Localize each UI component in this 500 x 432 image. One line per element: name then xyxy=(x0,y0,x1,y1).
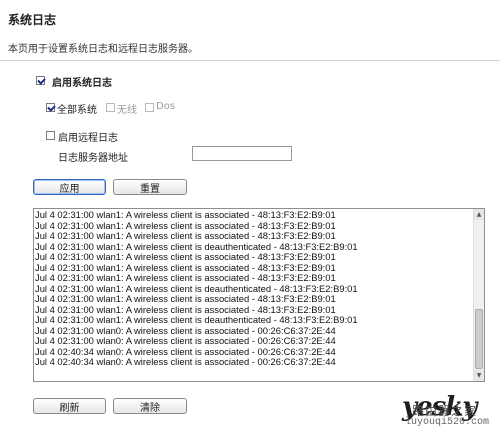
log-line: Jul 4 02:31:00 wlan1: A wireless client … xyxy=(35,251,336,262)
watermark-url: luyouqi520.com xyxy=(405,417,490,428)
log-line: Jul 4 02:31:00 wlan1: A wireless client … xyxy=(35,314,358,325)
log-line: Jul 4 02:31:00 wlan1: A wireless client … xyxy=(35,272,336,283)
server-address-label: 日志服务器地址 xyxy=(58,153,128,164)
refresh-button[interactable]: 刷新 xyxy=(33,398,106,414)
enable-remote-log-checkbox[interactable] xyxy=(46,131,55,140)
filter-dos-label: Dos xyxy=(156,101,176,112)
scroll-thumb[interactable] xyxy=(475,309,483,369)
log-lines: Jul 4 02:31:00 wlan1: A wireless client … xyxy=(35,209,472,380)
filter-wireless-checkbox[interactable] xyxy=(106,103,115,112)
scroll-up-arrow-icon[interactable]: ▲ xyxy=(474,209,484,220)
header-divider xyxy=(0,60,500,61)
filter-all-checkbox[interactable] xyxy=(46,103,55,112)
filter-all-label: 全部系统 xyxy=(57,105,97,116)
log-line: Jul 4 02:31:00 wlan1: A wireless client … xyxy=(35,293,336,304)
log-line: Jul 4 02:31:00 wlan0: A wireless client … xyxy=(35,335,336,346)
page-title: 系统日志 xyxy=(8,13,57,27)
filter-dos-checkbox[interactable] xyxy=(145,103,154,112)
log-line: Jul 4 02:31:00 wlan1: A wireless client … xyxy=(35,209,336,220)
apply-button[interactable]: 应用 xyxy=(33,179,106,195)
scroll-down-arrow-icon[interactable]: ▼ xyxy=(474,370,484,381)
reset-button[interactable]: 重置 xyxy=(113,179,187,195)
log-line: Jul 4 02:31:00 wlan1: A wireless client … xyxy=(35,230,336,241)
filter-wireless-label: 无线 xyxy=(117,105,137,116)
page-description: 本页用于设置系统日志和远程日志服务器。 xyxy=(8,44,198,55)
log-textarea[interactable]: Jul 4 02:31:00 wlan1: A wireless client … xyxy=(33,208,485,382)
enable-syslog-checkbox[interactable] xyxy=(36,76,45,85)
log-line: Jul 4 02:40:34 wlan0: A wireless client … xyxy=(35,356,336,367)
log-scrollbar[interactable]: ▲ ▼ xyxy=(473,209,484,381)
server-address-input[interactable] xyxy=(192,146,292,161)
enable-syslog-label: 启用系统日志 xyxy=(52,78,112,89)
clear-button[interactable]: 清除 xyxy=(113,398,187,414)
enable-remote-log-label: 启用远程日志 xyxy=(58,133,118,144)
